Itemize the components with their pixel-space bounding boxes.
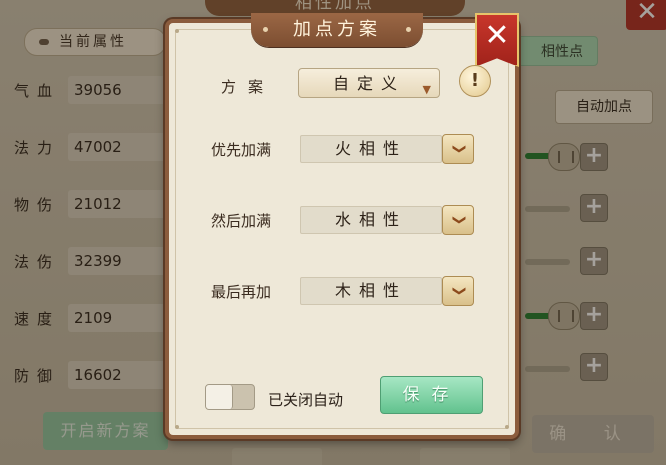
priority-label: 最后再加: [211, 283, 272, 301]
corner-rivet-icon: [175, 29, 179, 33]
auto-toggle[interactable]: [205, 384, 255, 410]
scheme-dropdown-value: 自定义: [332, 74, 405, 93]
corner-rivet-icon: [505, 425, 509, 429]
chevron-down-icon[interactable]: ❯: [442, 276, 474, 306]
priority-label: 然后加满: [211, 212, 272, 230]
scheme-label: 方案: [221, 78, 276, 96]
chevron-glyph: ❯: [451, 285, 466, 297]
auto-toggle-label: 已关闭自动: [268, 391, 344, 409]
scheme-dropdown[interactable]: 自定义 ▼: [298, 68, 440, 98]
toggle-knob: [206, 385, 233, 409]
first-priority-select[interactable]: 火相性: [300, 135, 442, 163]
info-icon[interactable]: !: [459, 65, 491, 97]
chevron-glyph: ❯: [451, 143, 466, 155]
chevron-down-icon[interactable]: ❯: [442, 205, 474, 235]
game-screen: 相性加点 ✕ 当前属性 相性点 自动加点 气血 39056 法力 47002 物…: [0, 0, 666, 465]
chevron-down-icon[interactable]: ❯: [442, 134, 474, 164]
save-button[interactable]: 保存: [380, 376, 483, 414]
third-priority-select[interactable]: 木相性: [300, 277, 442, 305]
priority-label: 优先加满: [211, 141, 272, 159]
title-ornament-icon: [263, 27, 268, 32]
chevron-glyph: ❯: [451, 214, 466, 226]
dialog-title: 加点方案: [251, 13, 423, 47]
dialog-title-text: 加点方案: [293, 19, 381, 40]
second-priority-select[interactable]: 水相性: [300, 206, 442, 234]
title-ornament-icon: [406, 27, 411, 32]
dropdown-arrow-icon: ▼: [422, 83, 431, 96]
corner-rivet-icon: [175, 425, 179, 429]
